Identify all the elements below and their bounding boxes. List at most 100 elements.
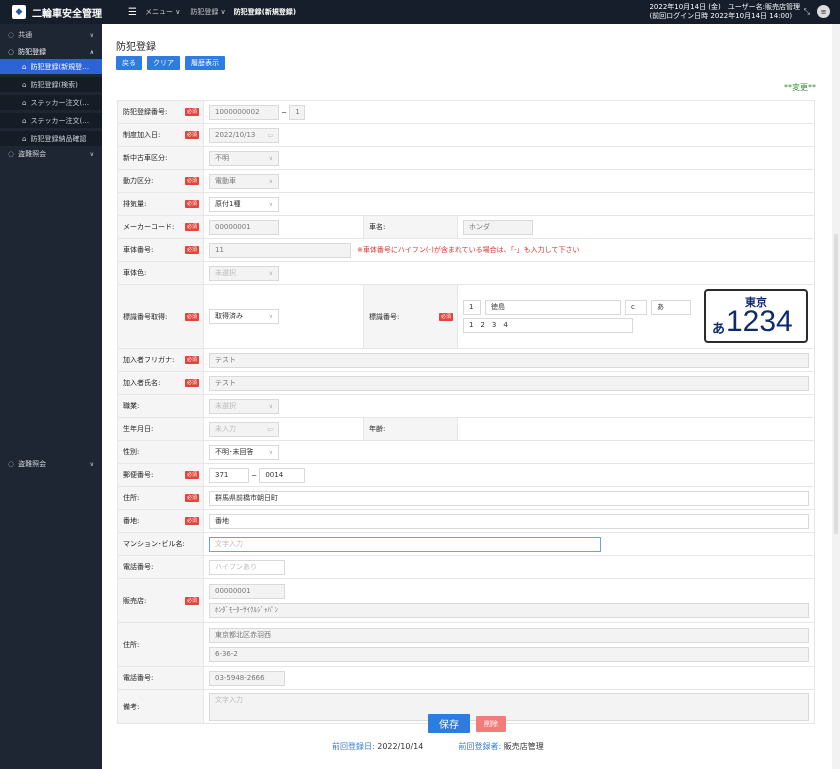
- main-panel: 防犯登録 戻る クリア 履歴表示 **変更** 防犯登録番号: 必須 100000…: [102, 24, 832, 769]
- home-icon: ⌂: [22, 80, 27, 89]
- sidebar-item-common[interactable]: ◌ 共通 ∨: [0, 28, 102, 42]
- plate-digits-input[interactable]: 1 2 3 4: [463, 318, 633, 333]
- newold-select[interactable]: 不明 ∨: [209, 150, 279, 166]
- sidebar-item-crime[interactable]: ◌ 防犯登録 ∧: [0, 45, 102, 59]
- banchi-label: 番地: 必須: [117, 509, 204, 533]
- addr-input[interactable]: 群馬県前橋市朝日町: [209, 490, 809, 506]
- user-info: 2022年10月14日 (金) ユーザー名:販売店管理 (前回ログイン日時 20…: [649, 3, 800, 21]
- plate-field-3[interactable]: c: [625, 300, 647, 315]
- banchi-input[interactable]: 番地: [209, 513, 809, 529]
- sidebar-item-sticker1[interactable]: ⌂ ステッカー注文(…: [0, 95, 102, 110]
- sidebar-item-theft1[interactable]: ◌ 盗難照会 ∨: [0, 147, 102, 161]
- frame-warning: ※車体番号にハイフン(-)が含まれている場合は、「-」も入力して下さい: [357, 246, 580, 254]
- reg-no-label: 防犯登録番号: 必須: [117, 100, 204, 124]
- circle-icon: ◌: [8, 48, 15, 56]
- shop-label: 販売店: 必須: [117, 578, 204, 623]
- memo-textarea[interactable]: 文字入力: [209, 692, 809, 721]
- change-note: **変更**: [784, 83, 816, 92]
- last-login-line: (前回ログイン日時 2022年10月14日 14:00): [649, 12, 793, 20]
- home-icon: ⌂: [22, 98, 27, 107]
- shop-tel-label: 電話番号:: [117, 666, 204, 690]
- save-button[interactable]: 保存: [428, 714, 470, 733]
- calendar-icon: ▭: [267, 131, 273, 139]
- chevron-down-icon: ∨: [89, 31, 94, 39]
- frame-label: 車体番号: 必須: [117, 238, 204, 262]
- page-title: 防犯登録: [116, 42, 156, 53]
- sex-select[interactable]: 不明･未回答 ∨: [209, 444, 279, 460]
- birth-label: 生年月日:: [117, 417, 204, 441]
- shop-addr2-input[interactable]: 6-36-2: [209, 646, 809, 662]
- circle-icon: ◌: [8, 31, 15, 39]
- addr-label: 住所: 必須: [117, 486, 204, 510]
- age-value: [457, 417, 815, 441]
- plate-get-select[interactable]: 取得済み ∨: [209, 309, 279, 324]
- chevron-down-icon: ∨: [268, 200, 273, 208]
- birth-input[interactable]: 未入力 ▭: [209, 421, 279, 437]
- kana-input[interactable]: テスト: [209, 352, 809, 368]
- sidebar-item-search[interactable]: ⌂ 防犯登録(検索): [0, 77, 102, 92]
- shop-code-input[interactable]: 00000001: [209, 583, 285, 599]
- last-registration-info: 前回登録日: 2022/10/14 前回登録者: 販売店管理: [332, 742, 544, 751]
- clear-button[interactable]: クリア: [147, 56, 180, 70]
- job-select[interactable]: 未選択 ∨: [209, 398, 279, 414]
- join-date-input[interactable]: 2022/10/13 ▭: [209, 127, 279, 143]
- maker-name-input[interactable]: ホンダ: [463, 219, 533, 235]
- sidebar-item-sticker2[interactable]: ⌂ ステッカー注文(…: [0, 113, 102, 128]
- license-plate-image: 東京 あ 1234: [704, 289, 808, 343]
- back-button[interactable]: 戻る: [116, 56, 142, 70]
- reg-no-sub-input[interactable]: 1: [289, 104, 306, 120]
- plate-field-1[interactable]: 1: [463, 300, 481, 315]
- join-date-label: 制度加入日: 必須: [117, 123, 204, 147]
- tel-label: 電話番号:: [117, 555, 204, 579]
- bldg-input[interactable]: 文字入力: [209, 536, 601, 552]
- registration-form: 防犯登録番号: 必須 1000000002 − 1 制度加入日: 必須 2022/1…: [117, 100, 815, 724]
- power-label: 動力区分: 必須: [117, 169, 204, 193]
- breadcrumb-crime[interactable]: 防犯登録 ∨: [190, 7, 225, 17]
- bldg-label: マンション･ビル名:: [117, 532, 204, 556]
- menu-dropdown[interactable]: メニュー ∨: [145, 7, 180, 17]
- name-input[interactable]: テスト: [209, 375, 809, 391]
- memo-label: 備考:: [117, 689, 204, 724]
- reg-no-input[interactable]: 1000000002: [209, 104, 279, 120]
- chevron-up-icon: ∧: [89, 48, 94, 56]
- tel-input[interactable]: ハイフンあり: [209, 559, 285, 575]
- cc-select[interactable]: 原付1種 ∨: [209, 196, 279, 212]
- delete-button[interactable]: 削除: [476, 715, 506, 732]
- job-label: 職業:: [117, 394, 204, 418]
- age-label: 年齢:: [363, 417, 458, 441]
- circle-icon: ◌: [8, 460, 15, 468]
- kana-label: 加入者フリガナ: 必須: [117, 348, 204, 372]
- home-icon: ⌂: [22, 62, 27, 71]
- chevron-down-icon: ∨: [268, 448, 273, 456]
- cc-label: 排気量: 必須: [117, 192, 204, 216]
- date-user-line: 2022年10月14日 (金) ユーザー名:販売店管理: [649, 3, 800, 11]
- history-button[interactable]: 履歴表示: [185, 56, 225, 70]
- shop-addr1-input[interactable]: 東京都北区赤羽西: [209, 627, 809, 643]
- sidebar-item-new-reg[interactable]: ⌂ 防犯登録(新規登…: [0, 59, 102, 74]
- chevron-down-icon: ∨: [268, 177, 273, 185]
- zip2-input[interactable]: 0014: [259, 467, 306, 483]
- chevron-down-icon: ∨: [268, 269, 273, 277]
- maker-name-label: 車名:: [363, 215, 458, 239]
- plate-field-4[interactable]: あ: [651, 300, 691, 315]
- power-select[interactable]: 電動車 ∨: [209, 173, 279, 189]
- avatar[interactable]: ≡: [817, 5, 830, 18]
- shop-tel-input[interactable]: 03-5948-2666: [209, 670, 285, 686]
- zip1-input[interactable]: 371: [209, 467, 249, 483]
- color-label: 車体色:: [117, 261, 204, 285]
- color-select[interactable]: 未選択 ∨: [209, 265, 279, 281]
- chevron-down-icon: ∨: [89, 460, 94, 468]
- hamburger-icon[interactable]: ☰: [128, 7, 137, 18]
- frame-input[interactable]: 11: [209, 242, 351, 258]
- sidebar-item-theft2[interactable]: ◌ 盗難照会 ∨: [0, 457, 102, 471]
- chevron-down-icon: ∨: [89, 150, 94, 158]
- fullscreen-icon[interactable]: ⤡: [804, 7, 810, 17]
- breadcrumb-current: 防犯登録(新規登録): [233, 8, 297, 16]
- maker-code-input[interactable]: 00000001: [209, 219, 279, 235]
- shop-name-input[interactable]: ﾎﾝﾀﾞﾓｰﾀｰｻｲｸﾙｼﾞｬﾊﾟﾝ: [209, 602, 809, 618]
- top-bar: ◆ 二輪車安全管理 ☰ メニュー ∨ 防犯登録 ∨ 防犯登録(新規登録) 202…: [0, 0, 840, 24]
- scrollbar[interactable]: [832, 24, 840, 769]
- sidebar: ◌ 共通 ∨ ◌ 防犯登録 ∧ ⌂ 防犯登録(新規登… ⌂ 防犯登録(検索) ⌂ ステッカー注…: [0, 24, 102, 769]
- sidebar-item-delivery[interactable]: ⌂ 防犯登録納品確認: [0, 131, 102, 146]
- plate-field-2[interactable]: 徳島: [485, 300, 621, 315]
